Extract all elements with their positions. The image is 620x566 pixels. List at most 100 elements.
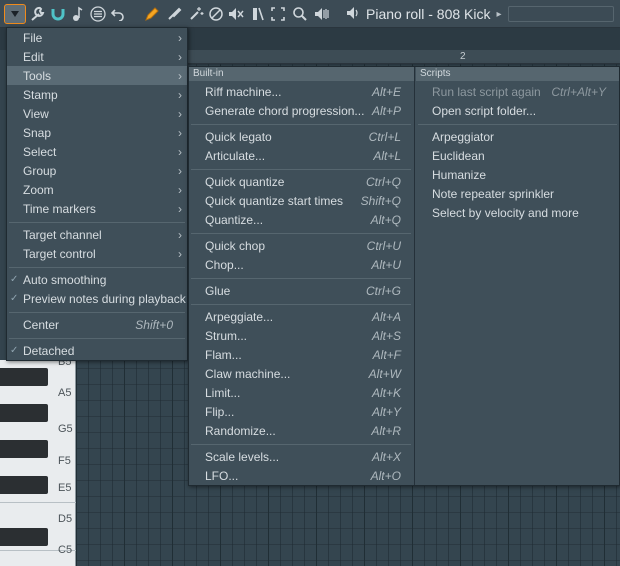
tool-shortcut: Ctrl+Q	[365, 175, 401, 189]
chevron-right-icon: ›	[178, 227, 182, 242]
tool-shortcut: Alt+W	[368, 367, 401, 381]
select-icon[interactable]	[268, 4, 288, 24]
script-label: Run last script again	[432, 85, 541, 99]
tool-item[interactable]: Articulate... Alt+L	[189, 146, 414, 165]
tool-label: Quick quantize	[205, 175, 285, 189]
checkmark-icon: ✓	[10, 274, 19, 285]
black-key[interactable]	[0, 404, 48, 422]
script-label: Note repeater sprinkler	[432, 187, 555, 201]
dropdown-arrow-icon	[11, 11, 19, 17]
options-menu-button[interactable]	[4, 4, 26, 24]
chevron-right-icon: ›	[178, 87, 182, 102]
undo-icon[interactable]	[108, 4, 128, 24]
tool-item[interactable]: Flam... Alt+F	[189, 345, 414, 364]
menu-item-label: Target channel	[23, 227, 102, 242]
menu-item-snap[interactable]: Snap ›	[7, 123, 187, 142]
script-label: Humanize	[432, 168, 487, 182]
script-item[interactable]: Select by velocity and more	[416, 203, 619, 222]
menu-item-label: Zoom	[23, 182, 54, 197]
pencil-icon[interactable]	[142, 4, 162, 24]
piano-roll-title[interactable]: Piano roll - 808 Kick ▸	[346, 4, 502, 24]
tool-shortcut: Alt+P	[371, 104, 401, 118]
menu-item-group[interactable]: Group ›	[7, 161, 187, 180]
script-item[interactable]: Euclidean	[416, 146, 619, 165]
script-item[interactable]: Humanize	[416, 165, 619, 184]
chevron-right-icon: ›	[178, 49, 182, 64]
tool-item[interactable]: Claw machine... Alt+W	[189, 364, 414, 383]
menu-item-zoom[interactable]: Zoom ›	[7, 180, 187, 199]
tool-item[interactable]: LFO... Alt+O	[189, 466, 414, 485]
menu-item-preview-notes[interactable]: ✓ Preview notes during playback	[7, 289, 187, 308]
menu-item-label: Detached	[23, 343, 75, 358]
tool-item[interactable]: Glue Ctrl+G	[189, 281, 414, 300]
script-label: Euclidean	[432, 149, 485, 163]
script-item[interactable]: Note repeater sprinkler	[416, 184, 619, 203]
piano-keyboard[interactable]: B5 A5 G5 F5 E5 D5 C5	[0, 356, 76, 566]
menu-separator	[191, 124, 411, 125]
menu-item-label: View	[23, 106, 49, 121]
tool-item[interactable]: Quick chop Ctrl+U	[189, 236, 414, 255]
slice-icon[interactable]	[248, 4, 268, 24]
menu-item-view[interactable]: View ›	[7, 104, 187, 123]
script-label: Arpeggiator	[432, 130, 495, 144]
tool-item[interactable]: Scale levels... Alt+X	[189, 447, 414, 466]
tool-item[interactable]: Randomize... Alt+R	[189, 421, 414, 440]
tool-item[interactable]: Generate chord progression... Alt+P	[189, 101, 414, 120]
black-key[interactable]	[0, 528, 48, 546]
script-item-open-folder[interactable]: Open script folder...	[416, 101, 619, 120]
tool-item[interactable]: Chop... Alt+U	[189, 255, 414, 274]
note-icon[interactable]	[68, 4, 88, 24]
black-key[interactable]	[0, 368, 48, 386]
tool-item[interactable]: Quick quantize start times Shift+Q	[189, 191, 414, 210]
menu-separator	[9, 267, 185, 268]
menu-separator	[191, 444, 411, 445]
menu-item-file[interactable]: File ›	[7, 28, 187, 47]
tool-item[interactable]: Quick legato Ctrl+L	[189, 127, 414, 146]
menu-item-center[interactable]: Center Shift+0	[7, 315, 187, 334]
tool-shortcut: Alt+X	[371, 450, 401, 464]
menu-item-target-channel[interactable]: Target channel ›	[7, 225, 187, 244]
wrench-icon[interactable]	[28, 4, 48, 24]
tool-item[interactable]: Strum... Alt+S	[189, 326, 414, 345]
tool-item[interactable]: Quick quantize Ctrl+Q	[189, 172, 414, 191]
menu-item-label: Target control	[23, 246, 96, 261]
menu-item-edit[interactable]: Edit ›	[7, 47, 187, 66]
script-item[interactable]: Arpeggiator	[416, 127, 619, 146]
list-icon[interactable]	[88, 4, 108, 24]
menu-item-stamp[interactable]: Stamp ›	[7, 85, 187, 104]
tool-label: LFO...	[205, 469, 239, 483]
script-item-run-last[interactable]: Run last script again Ctrl+Alt+Y	[416, 82, 619, 101]
menu-item-select[interactable]: Select ›	[7, 142, 187, 161]
tool-label: Quick legato	[205, 130, 272, 144]
tool-shortcut: Alt+R	[371, 424, 401, 438]
tool-item[interactable]: Arpeggiate... Alt+A	[189, 307, 414, 326]
playback-icon[interactable]	[312, 4, 332, 24]
menu-item-tools[interactable]: Tools ›	[7, 66, 187, 85]
tool-item[interactable]: Riff machine... Alt+E	[189, 82, 414, 101]
tool-shortcut: Alt+L	[373, 149, 401, 163]
magic-brush-icon[interactable]	[186, 4, 206, 24]
chevron-right-icon: ›	[178, 246, 182, 261]
tool-item[interactable]: Quantize... Alt+Q	[189, 210, 414, 229]
zoom-icon[interactable]	[290, 4, 310, 24]
menu-item-target-control[interactable]: Target control ›	[7, 244, 187, 263]
key-label: F5	[58, 455, 71, 467]
menu-item-label: Stamp	[23, 87, 58, 102]
black-key[interactable]	[0, 476, 48, 494]
script-label: Select by velocity and more	[432, 206, 579, 220]
menu-item-detached[interactable]: ✓ Detached	[7, 341, 187, 360]
mute-icon[interactable]	[226, 4, 246, 24]
delete-icon[interactable]	[206, 4, 226, 24]
chevron-right-icon: ›	[178, 182, 182, 197]
tool-shortcut: Alt+O	[370, 469, 401, 483]
tool-label: Flip...	[205, 405, 235, 419]
menu-item-auto-smoothing[interactable]: ✓ Auto smoothing	[7, 270, 187, 289]
tool-shortcut: Alt+F	[372, 348, 401, 362]
paintbrush-icon[interactable]	[164, 4, 184, 24]
magnet-icon[interactable]	[48, 4, 68, 24]
chevron-right-icon: ›	[178, 68, 182, 83]
menu-item-time-markers[interactable]: Time markers ›	[7, 199, 187, 218]
tool-item[interactable]: Limit... Alt+K	[189, 383, 414, 402]
black-key[interactable]	[0, 440, 48, 458]
tool-item[interactable]: Flip... Alt+Y	[189, 402, 414, 421]
